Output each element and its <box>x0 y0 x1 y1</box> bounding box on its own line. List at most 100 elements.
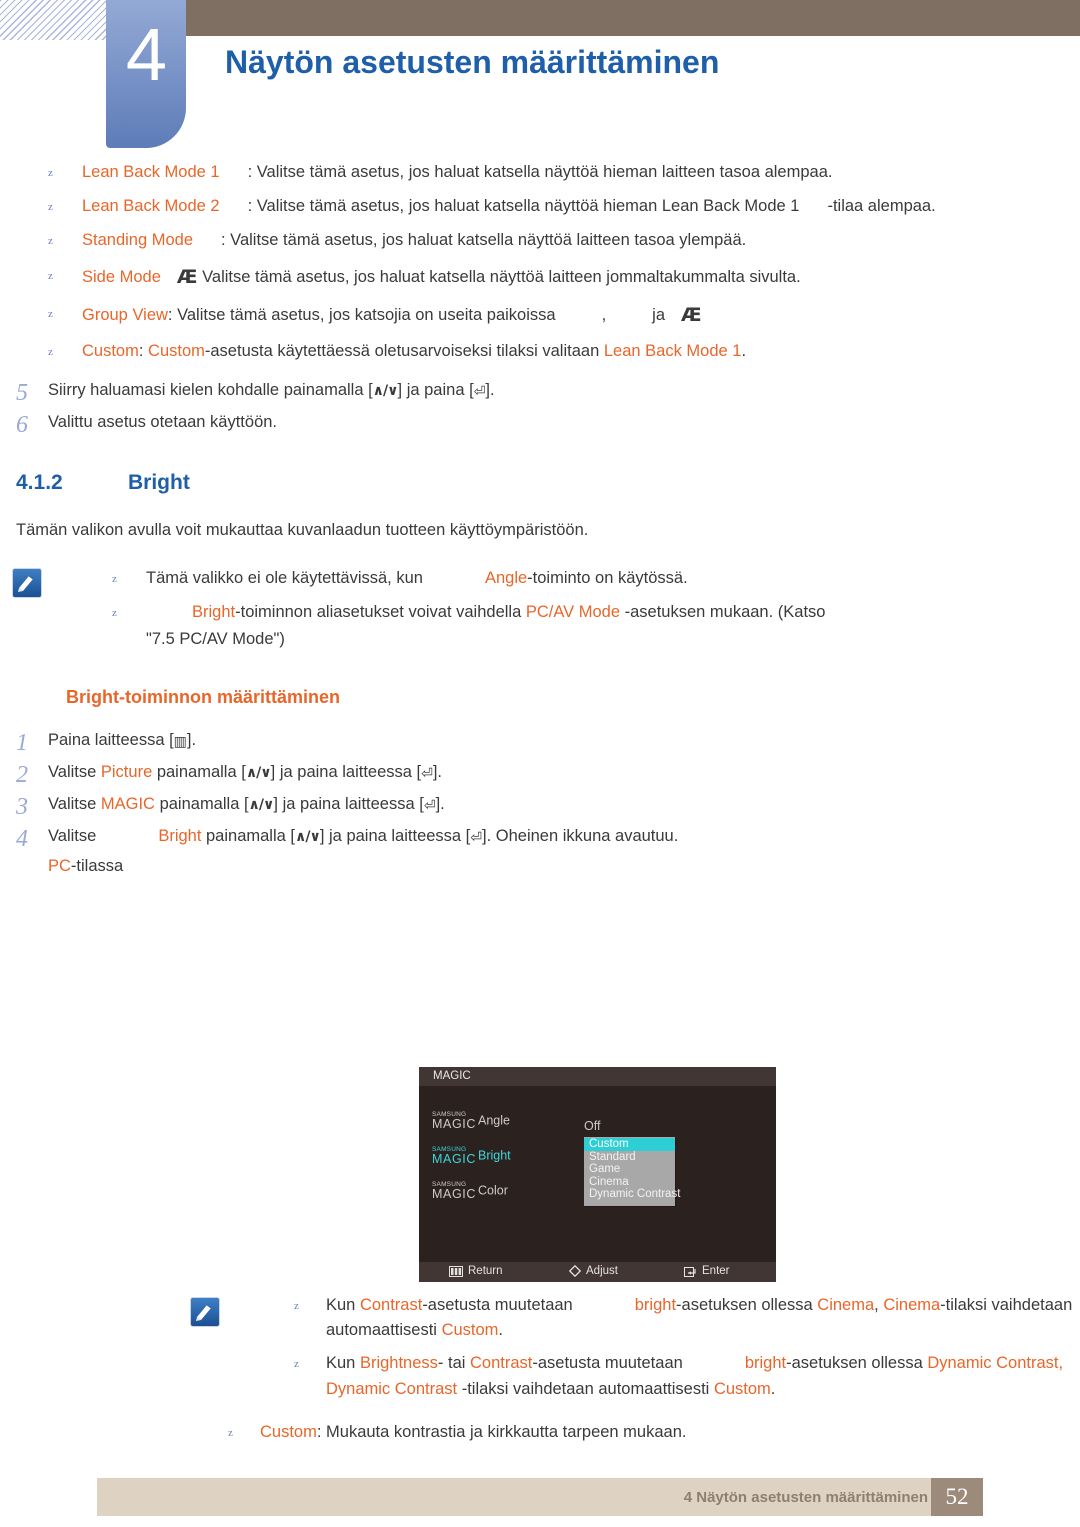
bullet-marker: z <box>228 1426 233 1439</box>
note-item: z Tämä valikko ei ole käytettävissä, kun… <box>16 566 1080 591</box>
step-item: 4 Valitse Bright painamalla [∧/∨] ja pain… <box>0 824 1080 879</box>
osd-row-color[interactable]: SAMSUNG MAGIC Color <box>432 1181 508 1200</box>
osd-option-cinema[interactable]: Cinema <box>584 1176 675 1189</box>
bullet-marker: z <box>48 269 53 282</box>
osd-footer-enter[interactable]: Enter <box>684 1265 730 1277</box>
section-number: 4.1.2 <box>16 470 63 494</box>
chapter-number: 4 <box>125 13 167 96</box>
step-text: Valitse <box>48 794 101 813</box>
step-number: 1 <box>16 729 28 756</box>
term-bright: Bright <box>192 603 236 622</box>
term-standing-mode: Standing Mode <box>82 231 193 250</box>
note-text-ref: "7.5 PC/AV Mode") <box>146 630 285 649</box>
term-dynamic-contrast: Dynamic Contrast <box>927 1354 1059 1373</box>
note-text-mid5: -tilaksi vaihdetaan automaattisesti <box>457 1379 714 1398</box>
step-number: 3 <box>16 793 28 820</box>
section-intro-paragraph: Tämän valikon avulla voit mukauttaa kuva… <box>16 520 589 539</box>
osd-option-game[interactable]: Game <box>584 1163 675 1176</box>
term-bright-lower: bright <box>634 1296 677 1314</box>
step-text: Valitse <box>48 826 97 845</box>
step-text-end: ]. <box>186 730 197 749</box>
page-footer: 4 Näytön asetusten määrittäminen 52 <box>0 1478 1080 1516</box>
step-item: 5 Siirry haluamasi kielen kohdalle paina… <box>0 378 1080 406</box>
note-text-mid: -asetuksen mukaan. (Katso <box>620 603 826 622</box>
step-text-mid2: ] ja paina laitteessa [ <box>273 794 424 813</box>
samsung-magic-brand: SAMSUNG MAGIC <box>432 1111 476 1131</box>
osd-option-dynamic-contrast[interactable]: Dynamic Contrast <box>584 1188 680 1201</box>
term-lean-back-mode-2: Lean Back Mode 2 <box>82 197 220 216</box>
samsung-magic-brand: SAMSUNG MAGIC <box>432 1146 476 1166</box>
list-item: z Standing Mode : Valitse tämä asetus, jo… <box>0 228 1080 253</box>
bottom-notes: z Kun Contrast-asetusta muutetaan bright-… <box>0 1293 1080 1454</box>
list-item-text-cont: -tilaa alempaa. <box>827 197 936 216</box>
note-text-end: -toiminto on käytössä. <box>527 568 688 587</box>
step-number: 6 <box>16 412 28 439</box>
term-angle: Angle <box>484 568 528 587</box>
osd-option-standard[interactable]: Standard <box>584 1151 675 1164</box>
bullet-marker: z <box>112 572 117 585</box>
updown-key-icon: ∧/∨ <box>245 764 272 781</box>
page-header: 4 Näytön asetusten määrittäminen <box>0 0 1080 160</box>
note-text: Tämä valikko ei ole käytettävissä, kun <box>146 568 423 587</box>
enter-key-icon: ⏎ <box>421 765 433 782</box>
step-text: Paina laitteessa [ <box>48 730 174 749</box>
enter-key-icon: ⏎ <box>470 829 483 846</box>
step-text-end: ]. Oheinen ikkuna avautuu. <box>482 826 679 845</box>
list-item-text: : Valitse tämä asetus, jos katsojia on u… <box>167 305 556 324</box>
list-item: z Custom: Custom-asetusta käytettäessä o… <box>0 339 1080 364</box>
note-text-mid2: -asetusta muutetaan <box>532 1354 683 1373</box>
osd-title-bar: MAGIC <box>419 1067 776 1086</box>
osd-option-custom[interactable]: Custom <box>584 1138 675 1151</box>
osd-dropdown-list[interactable]: Custom Standard Game Cinema Dynamic Cont… <box>584 1137 680 1206</box>
list-item-separator: , <box>601 305 607 324</box>
term-custom-2: Custom <box>148 341 205 360</box>
page-number: 52 <box>931 1478 983 1516</box>
osd-label-color: Color <box>477 1183 508 1198</box>
menu-key-icon: ▥ <box>173 733 187 750</box>
note-block-bottom: z Kun Contrast-asetusta muutetaan bright-… <box>0 1293 1080 1402</box>
step-number: 5 <box>16 380 28 407</box>
osd-footer-return[interactable]: Return <box>449 1265 503 1277</box>
footer-label: 4 Näytön asetusten määrittäminen <box>683 1489 928 1506</box>
list-item-conjunction: ja <box>652 305 666 324</box>
step-item: 2 Valitse Picture painamalla [∧/∨] ja pa… <box>0 760 1080 788</box>
note-text-mid4: , <box>1058 1354 1064 1373</box>
term-pc-av-mode: PC/AV Mode <box>525 603 621 622</box>
note-text-mid2: -asetuksen ollessa <box>676 1296 818 1314</box>
note-item: z Bright-toiminnon aliasetukset voivat v… <box>16 600 1080 652</box>
bullet-marker: z <box>294 1300 299 1312</box>
term-magic: MAGIC <box>100 794 155 813</box>
bullet-marker: z <box>48 201 53 214</box>
enter-key-icon: ⏎ <box>473 384 486 401</box>
ae-glyph-icon: Æ <box>176 265 198 288</box>
diamond-adjust-icon <box>569 1265 581 1277</box>
osd-value-angle: Off <box>584 1119 601 1133</box>
updown-key-icon: ∧/∨ <box>372 383 399 400</box>
term-side-mode: Side Mode <box>82 267 161 286</box>
note-text-mid1: -asetusta muutetaan <box>422 1296 573 1314</box>
term-pc: PC <box>48 856 71 875</box>
note-item: z Kun Contrast-asetusta muutetaan bright-… <box>16 1293 1080 1343</box>
term-picture: Picture <box>100 762 153 781</box>
list-item: z Side Mode Æ Valitse tämä asetus, jos ha… <box>0 263 1080 292</box>
list-item: z Lean Back Mode 1: Valitse tämä asetus,… <box>0 160 1080 185</box>
bullet-marker: z <box>48 345 53 358</box>
term-lean-back-mode-1: Lean Back Mode 1 <box>82 163 220 181</box>
osd-footer-adjust[interactable]: Adjust <box>569 1265 618 1277</box>
list-item: z Lean Back Mode 2: Valitse tämä asetus,… <box>0 194 1080 219</box>
step-number: 4 <box>16 825 28 852</box>
bullet-marker: z <box>48 235 53 248</box>
ae-glyph-icon: Æ <box>681 303 702 326</box>
term-contrast: Contrast <box>470 1354 533 1373</box>
osd-row-angle[interactable]: SAMSUNG MAGIC Angle <box>432 1111 510 1131</box>
osd-footer-bar: Return Adjust Enter <box>419 1262 776 1282</box>
list-item: z Group View: Valitse tämä asetus, jos k… <box>0 301 1080 330</box>
term-contrast: Contrast <box>359 1296 423 1314</box>
list-item-text-mid: -asetusta käytettäessä oletusarvoiseksi … <box>204 341 604 360</box>
bullet-marker: z <box>48 167 53 179</box>
osd-row-bright[interactable]: SAMSUNG MAGIC Bright <box>432 1146 511 1166</box>
list-item-text: Valitse tämä asetus, jos haluat katsella… <box>202 267 801 286</box>
term-group-view: Group View <box>82 305 168 324</box>
list-item-text: : Valitse tämä asetus, jos haluat katsel… <box>221 231 747 250</box>
step-sub-label: -tilassa <box>70 856 124 875</box>
